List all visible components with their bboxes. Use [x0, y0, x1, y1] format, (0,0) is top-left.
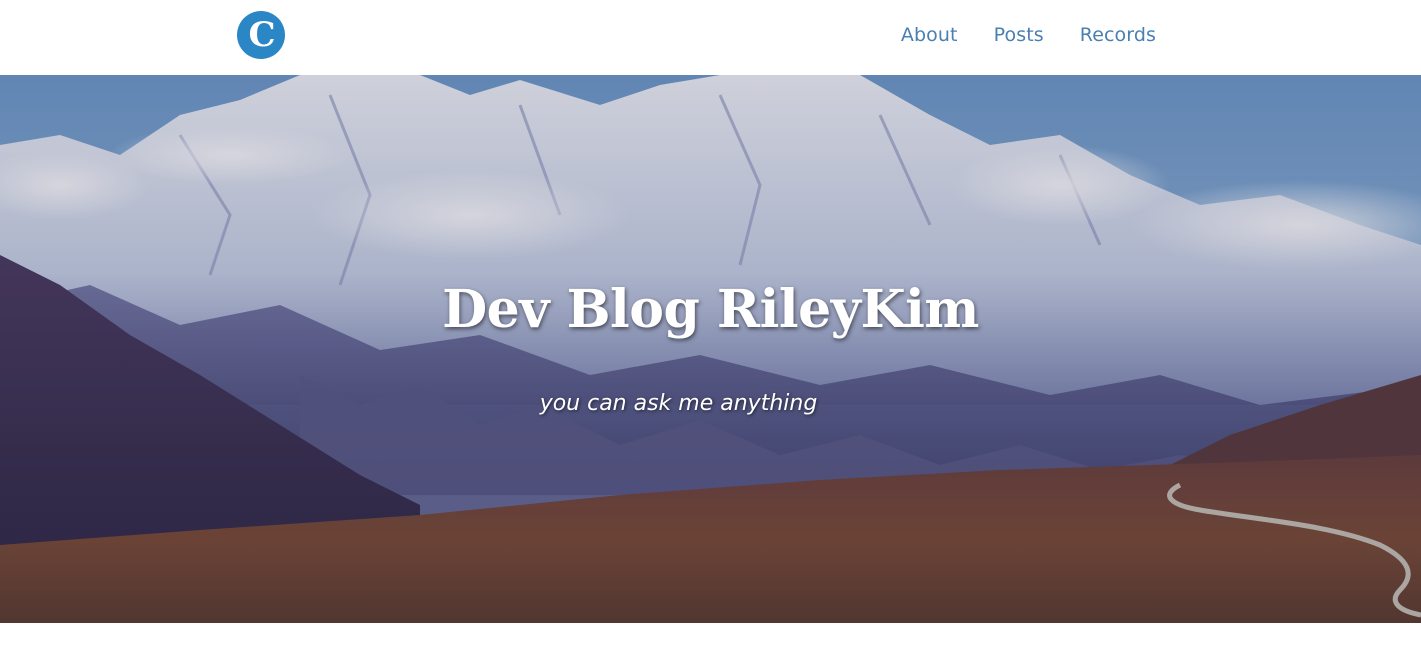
- nav-link-posts[interactable]: Posts: [994, 24, 1044, 46]
- nav-link-about[interactable]: About: [901, 24, 958, 46]
- nav-link-records[interactable]: Records: [1080, 24, 1156, 46]
- hero-overlay: [0, 75, 1421, 623]
- site-logo-icon[interactable]: C: [236, 10, 286, 60]
- page-content-area: [0, 623, 1421, 655]
- main-nav: About Posts Records: [865, 0, 1156, 70]
- navbar: C About Posts Records: [0, 0, 1421, 75]
- hero-subtitle: you can ask me anything: [539, 391, 818, 416]
- hero-banner: Dev Blog RileyKim you can ask me anythin…: [0, 75, 1421, 623]
- hero-title: Dev Blog RileyKim: [442, 279, 979, 340]
- logo-letter: C: [248, 15, 275, 55]
